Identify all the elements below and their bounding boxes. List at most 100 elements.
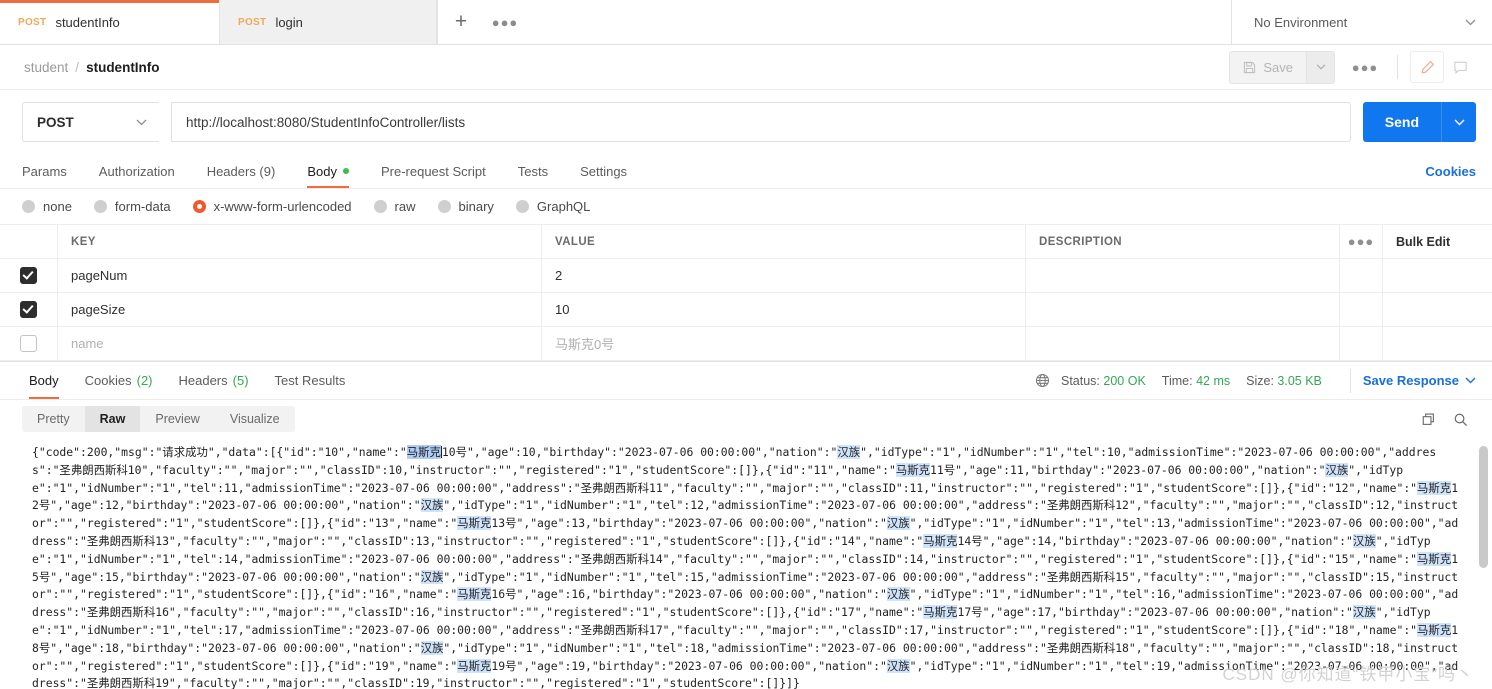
request-more-button[interactable]: ●●●: [1345, 52, 1385, 83]
environment-selector[interactable]: No Environment: [1231, 0, 1492, 44]
response-body-panel[interactable]: {"code":200,"msg":"请求成功","data":[{"id":"…: [0, 438, 1492, 689]
row-spacer-dots: [1340, 327, 1383, 360]
body-type-label: x-www-form-urlencoded: [213, 199, 352, 214]
row-value-value: 2: [555, 268, 563, 283]
chevron-down-icon: [136, 119, 147, 125]
body-type-label: GraphQL: [536, 199, 591, 214]
breadcrumb-request: studentInfo: [86, 59, 160, 75]
body-type-x-www-form-urlencoded[interactable]: x-www-form-urlencoded: [192, 199, 352, 214]
row-checkbox[interactable]: [20, 335, 37, 352]
radio-icon: [93, 200, 107, 213]
row-description-cell[interactable]: [1026, 327, 1340, 360]
bulk-edit-button[interactable]: Bulk Edit: [1383, 225, 1492, 258]
params-more-button[interactable]: ●●●: [1340, 225, 1383, 258]
response-scrollbar-thumb[interactable]: [1479, 446, 1488, 568]
response-divider: [1349, 368, 1351, 393]
chevron-down-icon: [1454, 119, 1464, 125]
tab-body[interactable]: Body: [291, 154, 365, 188]
response-tab-test-results[interactable]: Test Results: [262, 362, 359, 399]
status-value: 200 OK: [1103, 373, 1146, 388]
column-header-description: DESCRIPTION: [1039, 235, 1122, 248]
breadcrumb-separator: /: [75, 59, 80, 75]
request-tab-login[interactable]: POST login: [220, 0, 437, 44]
save-response-button[interactable]: Save Response: [1363, 373, 1476, 388]
tab-params[interactable]: Params: [22, 154, 83, 188]
row-checkbox-cell: [0, 293, 58, 326]
body-type-graphql[interactable]: GraphQL: [515, 199, 591, 214]
body-type-form-data[interactable]: form-data: [93, 199, 171, 214]
save-dropdown-button[interactable]: [1306, 50, 1335, 84]
save-button[interactable]: Save: [1229, 50, 1306, 84]
ellipsis-icon: ●●●: [491, 14, 519, 30]
copy-icon: [1422, 413, 1434, 425]
search-response-button[interactable]: [1444, 404, 1476, 434]
table-row: pageNum 2: [0, 259, 1492, 293]
row-key-cell[interactable]: pageNum: [58, 259, 542, 292]
edit-request-button[interactable]: [1410, 51, 1444, 83]
view-mode-visualize[interactable]: Visualize: [215, 406, 295, 432]
tab-pre-request-script[interactable]: Pre-request Script: [365, 154, 502, 188]
pencil-icon: [1421, 60, 1434, 73]
send-dropdown-button[interactable]: [1441, 102, 1476, 142]
body-type-label: binary: [458, 199, 494, 214]
copy-response-button[interactable]: [1412, 404, 1444, 434]
tab-label: Params: [22, 163, 67, 179]
column-header-key: KEY: [71, 235, 96, 248]
breadcrumb-collection[interactable]: student: [24, 60, 68, 75]
row-key-cell[interactable]: pageSize: [58, 293, 542, 326]
response-body-text[interactable]: {"code":200,"msg":"请求成功","data":[{"id":"…: [0, 438, 1492, 689]
ellipsis-icon: ●●●: [1347, 234, 1375, 249]
response-tab-label: Headers: [178, 373, 228, 388]
row-value-cell[interactable]: 2: [542, 259, 1026, 292]
view-mode-pretty[interactable]: Pretty: [22, 406, 85, 432]
http-method-select[interactable]: POST: [22, 102, 159, 142]
row-checkbox[interactable]: [20, 267, 37, 284]
send-button[interactable]: Send: [1362, 102, 1441, 142]
header-description-cell: DESCRIPTION: [1026, 225, 1340, 258]
row-spacer-bulk: [1383, 293, 1492, 326]
view-mode-raw[interactable]: Raw: [84, 406, 141, 432]
time-value: 42 ms: [1196, 373, 1231, 388]
body-type-raw[interactable]: raw: [373, 199, 416, 214]
body-modified-dot-icon: [342, 168, 349, 174]
row-spacer-bulk: [1383, 327, 1492, 360]
tab-authorization[interactable]: Authorization: [83, 154, 191, 188]
response-tab-body[interactable]: Body: [16, 362, 72, 399]
view-mode-preview[interactable]: Preview: [140, 406, 214, 432]
new-tab-button[interactable]: +: [437, 0, 484, 44]
tab-headers[interactable]: Headers (9): [191, 154, 292, 188]
cookies-link[interactable]: Cookies: [1425, 164, 1476, 179]
row-key-cell[interactable]: name: [58, 327, 542, 360]
tab-settings[interactable]: Settings: [564, 154, 643, 188]
tab-tests[interactable]: Tests: [502, 154, 564, 188]
row-checkbox-cell: [0, 259, 58, 292]
body-type-none[interactable]: none: [22, 199, 72, 214]
row-checkbox[interactable]: [20, 301, 37, 318]
response-tab-cookies[interactable]: Cookies (2): [72, 362, 166, 399]
response-tab-label: Cookies: [84, 373, 132, 388]
row-description-cell[interactable]: [1026, 293, 1340, 326]
response-tab-headers[interactable]: Headers (5): [166, 362, 262, 399]
send-button-group: Send: [1362, 102, 1476, 142]
row-value-placeholder: 马斯克0号: [555, 337, 615, 352]
size-label: Size:: [1246, 373, 1274, 388]
radio-icon: [373, 200, 387, 213]
postman-window: POST studentInfo POST login + ●●● No Env…: [0, 0, 1492, 689]
request-tab-strip: POST studentInfo POST login + ●●● No Env…: [0, 0, 1492, 45]
response-view-bar: Pretty Raw Preview Visualize: [0, 400, 1492, 438]
network-globe-button[interactable]: [1035, 373, 1050, 388]
tabstrip-more-button[interactable]: ●●●: [484, 0, 526, 44]
url-input[interactable]: http://localhost:8080/StudentInfoControl…: [171, 102, 1351, 142]
size-meta: Size: 3.05 KB: [1246, 374, 1322, 388]
chevron-down-icon: [1465, 19, 1476, 25]
request-tab-label: studentInfo: [55, 14, 120, 30]
row-value-cell[interactable]: 马斯克0号: [542, 327, 1026, 360]
search-icon: [1454, 413, 1467, 426]
body-type-binary[interactable]: binary: [437, 199, 494, 214]
request-tab-studentinfo[interactable]: POST studentInfo: [0, 0, 220, 44]
row-description-cell[interactable]: [1026, 259, 1340, 292]
body-type-label: form-data: [114, 199, 171, 214]
chevron-down-icon: [1316, 64, 1325, 70]
comment-request-button[interactable]: [1444, 52, 1476, 82]
row-value-cell[interactable]: 10: [542, 293, 1026, 326]
